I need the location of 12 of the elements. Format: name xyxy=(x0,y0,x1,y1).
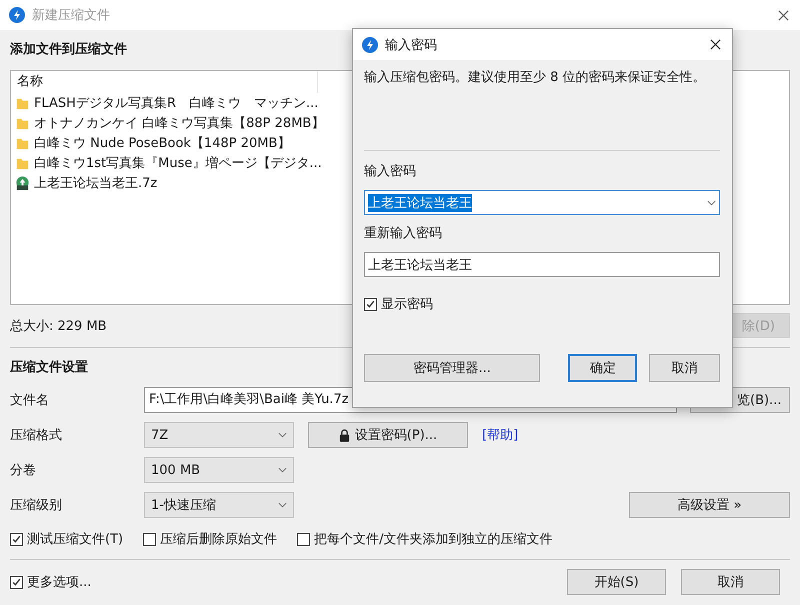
section-heading: 添加文件到压缩文件 xyxy=(10,40,127,59)
window-title: 新建压缩文件 xyxy=(32,7,110,24)
field-label: 压缩格式 xyxy=(10,427,63,444)
field-label: 重新输入密码 xyxy=(364,225,443,243)
field-label: 输入密码 xyxy=(364,163,417,181)
section-heading: 压缩文件设置 xyxy=(10,358,88,377)
dialog-title: 输入密码 xyxy=(385,36,437,54)
field-label: 压缩级别 xyxy=(10,497,63,514)
field-label: 分卷 xyxy=(10,462,37,479)
dialog-description: 输入压缩包密码。建议使用至少 8 位的密码来保证安全性。 xyxy=(364,69,707,87)
total-size: 总大小: 229 MB xyxy=(10,318,107,334)
field-label: 文件名 xyxy=(10,392,50,409)
